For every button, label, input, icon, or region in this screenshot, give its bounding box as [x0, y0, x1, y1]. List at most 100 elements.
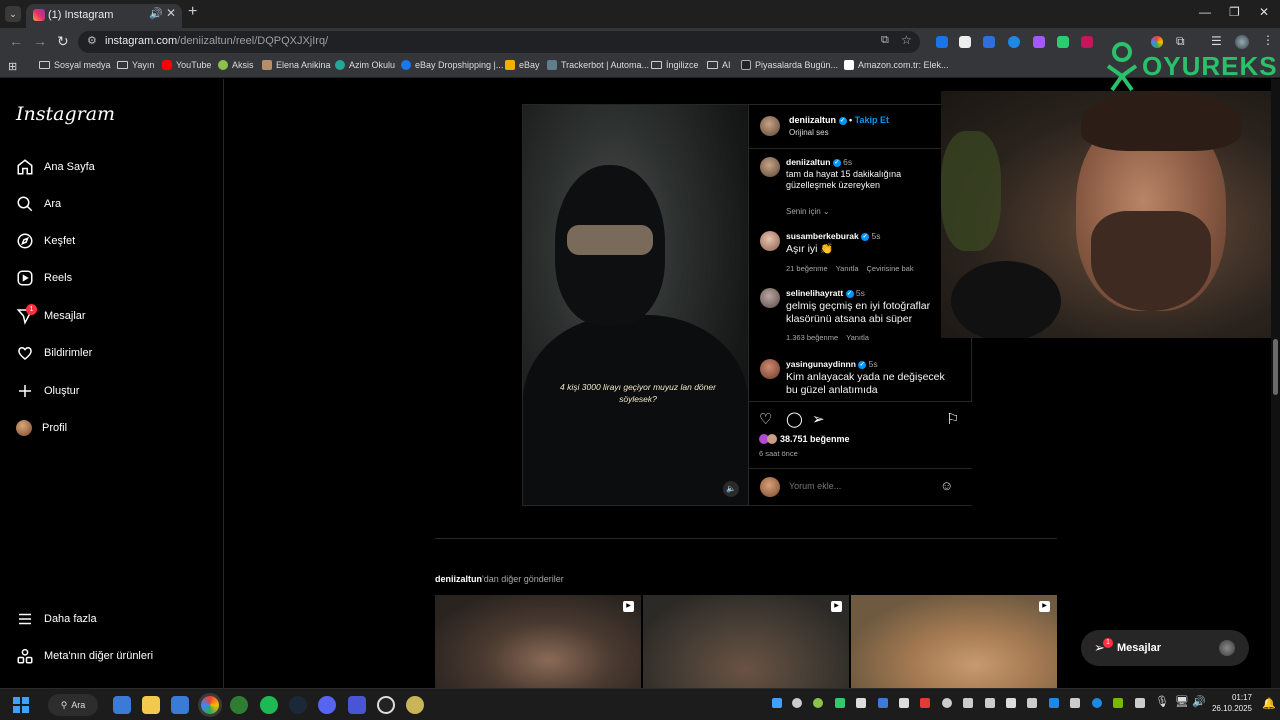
- nav-create[interactable]: Oluştur: [16, 380, 79, 402]
- reply-link[interactable]: Yanıtla: [846, 333, 869, 342]
- volume-icon[interactable]: 🔊: [1192, 695, 1206, 708]
- tray-icon[interactable]: [1070, 698, 1080, 708]
- see-translation-link[interactable]: Çevirisine bak: [867, 264, 914, 273]
- nvidia-icon[interactable]: [1113, 698, 1123, 708]
- xbox-icon[interactable]: [230, 696, 248, 714]
- nav-home[interactable]: Ana Sayfa: [16, 156, 95, 178]
- nav-reels[interactable]: Reels: [16, 267, 72, 289]
- bookmark-folder[interactable]: İngilizce: [651, 60, 699, 70]
- tray-icon[interactable]: [792, 698, 802, 708]
- microphone-icon[interactable]: 🎙: [1155, 695, 1169, 708]
- store-icon[interactable]: [171, 696, 189, 714]
- install-app-icon[interactable]: ⧉: [881, 34, 889, 47]
- more-posts-username[interactable]: deniizaltun: [435, 574, 482, 584]
- spotify-icon[interactable]: [260, 696, 278, 714]
- clock-date[interactable]: 26.10.2025: [1206, 704, 1252, 713]
- commenter-avatar[interactable]: [760, 288, 780, 308]
- messages-pill[interactable]: ➢ 1 Mesajlar: [1081, 630, 1249, 666]
- like-count-row[interactable]: 38.751 beğenme: [759, 434, 850, 444]
- tab-search-button[interactable]: ⌄: [5, 6, 21, 22]
- reload-icon[interactable]: ↻: [57, 33, 69, 50]
- bookmark-link[interactable]: Amazon.com.tr: Elek...: [844, 60, 949, 70]
- comment-likes[interactable]: 1.363 beğenme: [786, 333, 838, 342]
- commenter-avatar[interactable]: [760, 231, 780, 251]
- extension-icon[interactable]: [959, 36, 971, 48]
- bookmark-star-icon[interactable]: ☆: [901, 33, 912, 47]
- file-explorer-icon[interactable]: [142, 696, 160, 714]
- bookmark-link[interactable]: eBay: [505, 60, 540, 70]
- tray-icon[interactable]: [1006, 698, 1016, 708]
- post-thumbnail[interactable]: ▶: [435, 595, 641, 688]
- share-icon[interactable]: ➢: [812, 410, 825, 428]
- emoji-icon[interactable]: ☺: [940, 478, 953, 493]
- nav-meta-products[interactable]: Meta'nın diğer ürünleri: [16, 645, 153, 667]
- extension-icon[interactable]: [983, 36, 995, 48]
- instagram-logo[interactable]: Instagram: [16, 103, 115, 125]
- tray-icon[interactable]: [920, 698, 930, 708]
- tray-icon[interactable]: [1135, 698, 1145, 708]
- nav-more[interactable]: Daha fazla: [16, 608, 97, 630]
- nav-notifications[interactable]: Bildirimler: [16, 342, 92, 364]
- bookmark-folder[interactable]: Sosyal medya: [39, 60, 111, 70]
- tray-icon[interactable]: [835, 698, 845, 708]
- comment-username[interactable]: susamberkeburak: [786, 231, 859, 241]
- bookmark-link[interactable]: eBay Dropshipping |...: [401, 60, 503, 70]
- save-bookmark-icon[interactable]: ⚐: [946, 410, 959, 428]
- reel-video[interactable]: 4 kişi 3000 lirayı geçiyor muyuz lan dön…: [523, 105, 748, 505]
- extension-icon[interactable]: [936, 36, 948, 48]
- nav-explore[interactable]: Keşfet: [16, 230, 75, 252]
- app-icon[interactable]: [348, 696, 366, 714]
- minimize-icon[interactable]: —: [1199, 5, 1211, 19]
- extension-icon[interactable]: [1081, 36, 1093, 48]
- extension-icon[interactable]: [1008, 36, 1020, 48]
- nav-search[interactable]: Ara: [16, 193, 61, 215]
- author-avatar[interactable]: [760, 157, 780, 177]
- task-view-icon[interactable]: [113, 696, 131, 714]
- obs-icon[interactable]: [377, 696, 395, 714]
- page-scrollbar[interactable]: [1271, 79, 1280, 688]
- tray-icon[interactable]: [1092, 698, 1102, 708]
- tab-audio-icon[interactable]: 🔊: [149, 7, 163, 20]
- back-icon[interactable]: ←: [9, 33, 23, 49]
- tray-icon[interactable]: [772, 698, 782, 708]
- tab-close-icon[interactable]: ✕: [166, 6, 176, 20]
- commenter-avatar[interactable]: [760, 359, 780, 379]
- windows-start-icon[interactable]: [13, 697, 29, 713]
- restore-icon[interactable]: ❐: [1229, 5, 1240, 19]
- tray-icon[interactable]: [813, 698, 823, 708]
- like-heart-icon[interactable]: ♡: [759, 410, 772, 428]
- network-icon[interactable]: 🖥: [1175, 695, 1189, 708]
- bookmark-link[interactable]: Aksis: [218, 60, 254, 70]
- bluetooth-icon[interactable]: [1049, 698, 1059, 708]
- new-tab-button[interactable]: +: [188, 3, 197, 21]
- bookmark-link[interactable]: Elena Anikina: [262, 60, 331, 70]
- tray-icon[interactable]: [899, 698, 909, 708]
- bookmark-folder[interactable]: Yayın: [117, 60, 154, 70]
- comment-username[interactable]: selinelihayratt: [786, 288, 843, 298]
- caption-username[interactable]: deniizaltun: [786, 157, 830, 167]
- for-you-dropdown[interactable]: Senin için ⌄: [786, 207, 830, 216]
- tray-icon[interactable]: [963, 698, 973, 708]
- nav-profile[interactable]: Profil: [16, 417, 67, 439]
- discord-icon[interactable]: [318, 696, 336, 714]
- browser-tab-active[interactable]: (1) Instagram 🔊 ✕: [26, 4, 182, 28]
- chrome-icon[interactable]: [201, 696, 219, 714]
- address-bar[interactable]: ⚙ instagram.com/deniizaltun/reel/DQPQXJX…: [78, 31, 920, 53]
- tray-icon[interactable]: [1027, 698, 1037, 708]
- post-thumbnail[interactable]: ▶: [643, 595, 849, 688]
- steam-icon[interactable]: [289, 696, 307, 714]
- apps-grid-icon[interactable]: ⊞: [8, 60, 17, 73]
- reply-link[interactable]: Yanıtla: [836, 264, 859, 273]
- follow-button[interactable]: Takip Et: [855, 115, 889, 125]
- tray-icon[interactable]: [878, 698, 888, 708]
- taskbar-search[interactable]: ⚲ Ara: [48, 694, 98, 716]
- bookmark-link[interactable]: Azim Okulu: [335, 60, 395, 70]
- window-close-icon[interactable]: ✕: [1259, 5, 1269, 19]
- forward-icon[interactable]: →: [33, 33, 47, 49]
- extension-icon[interactable]: [1057, 36, 1069, 48]
- tray-icon[interactable]: [942, 698, 952, 708]
- tray-icon[interactable]: [985, 698, 995, 708]
- comment-icon[interactable]: ◯: [786, 410, 803, 428]
- bookmark-link[interactable]: Piyasalarda Bugün...: [741, 60, 838, 70]
- bookmark-folder[interactable]: AI: [707, 60, 731, 70]
